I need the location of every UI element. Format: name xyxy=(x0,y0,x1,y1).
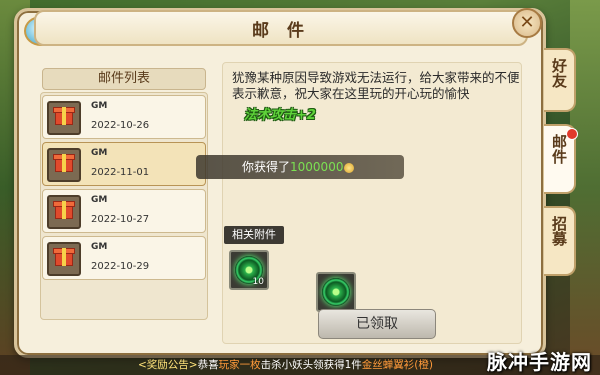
mail-list-item[interactable]: GM 2022-10-29 xyxy=(42,236,206,280)
site-watermark: 脉冲手游网 xyxy=(487,350,592,374)
announcement-tag: <奖励公告> xyxy=(138,359,198,371)
gift-box-icon xyxy=(47,195,81,229)
mail-sender: GM xyxy=(91,101,108,111)
mail-list-item[interactable]: GM 2022-10-26 xyxy=(42,95,206,139)
tab-recruit-label: 招募 xyxy=(550,216,568,246)
mail-date: 2022-10-27 xyxy=(91,214,150,225)
gift-box-icon xyxy=(47,148,81,182)
mail-list-item[interactable]: GM 2022-10-27 xyxy=(42,189,206,233)
mail-list-item-selected[interactable]: GM 2022-11-01 xyxy=(42,142,206,186)
mail-date: 2022-10-29 xyxy=(91,261,150,272)
gift-box-icon xyxy=(47,101,81,135)
window-titlebar: 邮 件 xyxy=(34,10,528,46)
attachment-slot[interactable]: 10 xyxy=(229,250,269,290)
attachment-count: 10 xyxy=(252,277,264,287)
announcement-player: 玩家一枚 xyxy=(218,359,261,371)
notification-dot-icon xyxy=(566,128,578,140)
close-icon: ✕ xyxy=(519,12,535,33)
reward-toast: 你获得了1000000 xyxy=(196,155,404,179)
announcement-text-middle: 击杀小妖头领获得1件 xyxy=(260,359,362,371)
claim-button[interactable]: 已领取 xyxy=(318,309,436,339)
mail-sender: GM xyxy=(91,195,108,205)
buff-popup-text: 法术攻击+2 xyxy=(244,108,316,123)
mail-sender: GM xyxy=(91,242,108,252)
gift-box-icon xyxy=(47,242,81,276)
tab-recruit[interactable]: 招募 xyxy=(544,206,576,276)
announcement-item: 金丝蝉翼衫(橙) xyxy=(361,359,433,371)
window-title: 邮 件 xyxy=(252,21,310,41)
mail-sender: GM xyxy=(91,148,108,158)
tab-mail-label: 邮件 xyxy=(550,134,568,164)
tab-friends-label: 好友 xyxy=(550,58,568,88)
coin-icon xyxy=(344,162,355,173)
mail-date: 2022-11-01 xyxy=(91,167,150,178)
attachment-slot[interactable] xyxy=(316,272,356,312)
tab-friends[interactable]: 好友 xyxy=(544,48,576,112)
toast-prefix: 你获得了 xyxy=(242,160,291,174)
mail-date: 2022-10-26 xyxy=(91,120,150,131)
close-button[interactable]: ✕ xyxy=(512,8,542,38)
green-swirl-orb-icon xyxy=(322,278,350,306)
announcement-text-before: 恭喜 xyxy=(197,359,219,371)
toast-amount: 1000000 xyxy=(290,160,344,174)
mail-list-header: 邮件列表 xyxy=(42,68,206,90)
mail-body-text: 犹豫某种原因导致游戏无法运行，给大家带来的不便表示歉意，祝大家在这里玩的开心玩的… xyxy=(232,70,520,101)
attachments-label: 相关附件 xyxy=(224,226,284,244)
